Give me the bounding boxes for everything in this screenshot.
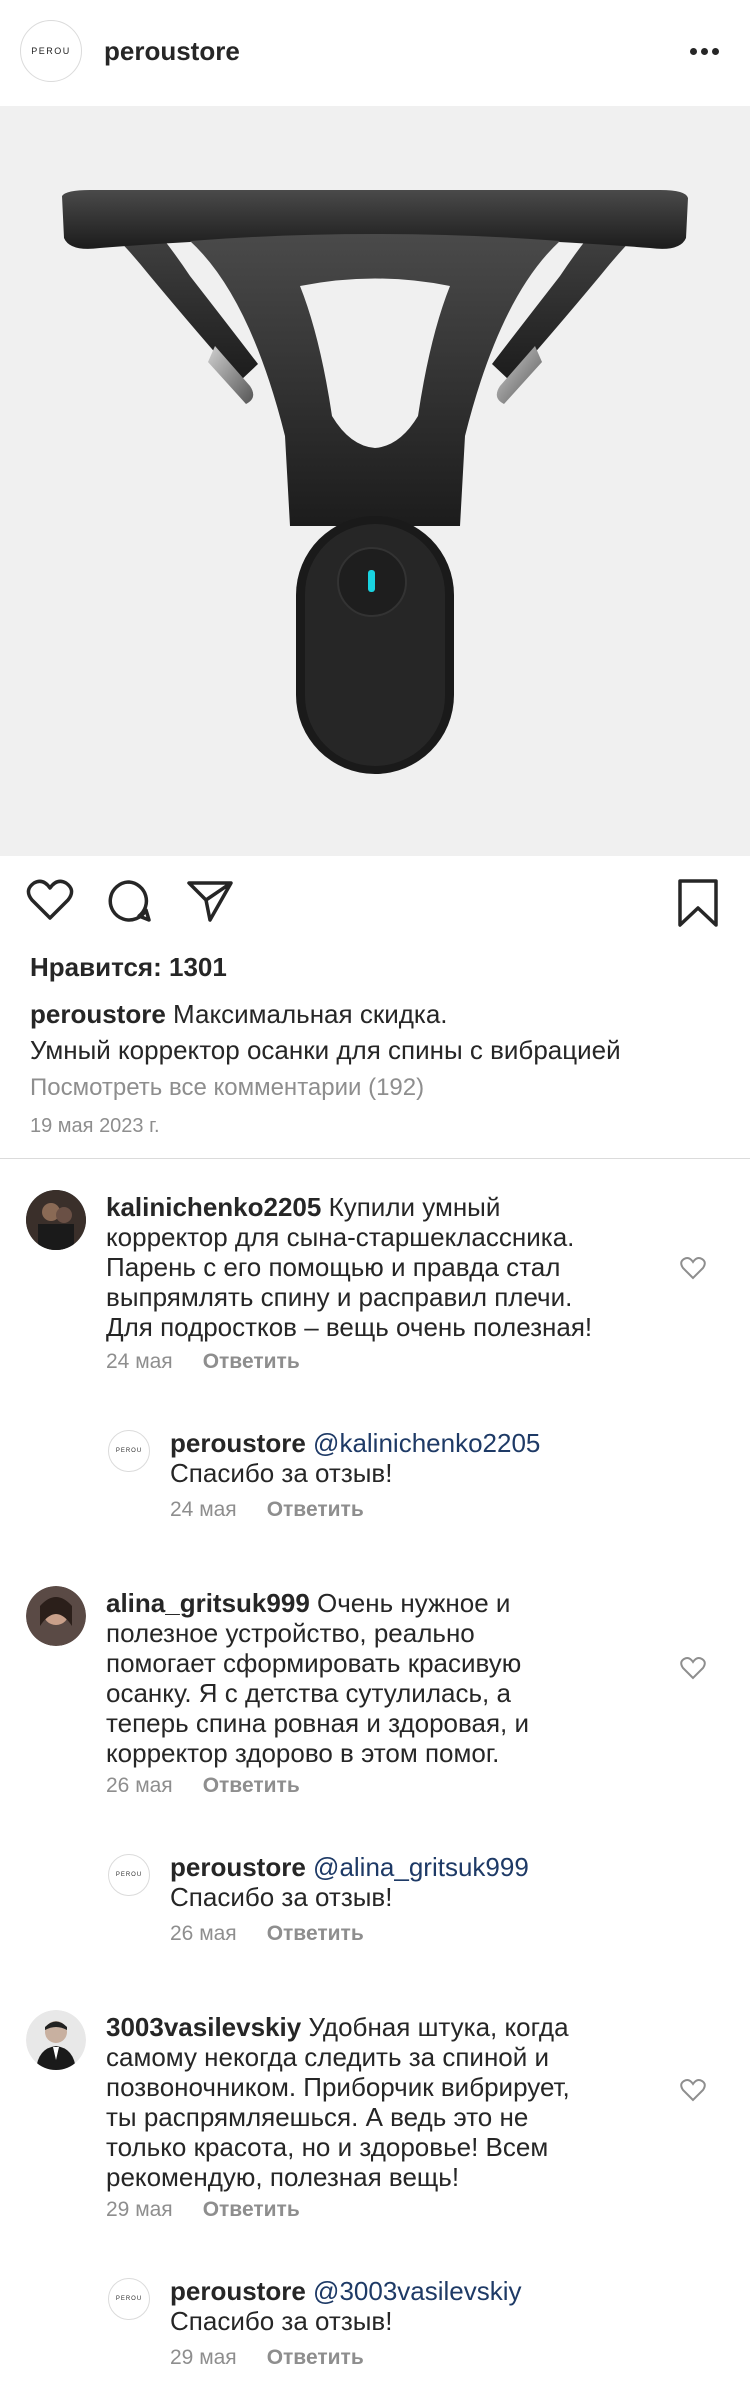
comment-icon[interactable] bbox=[106, 878, 152, 924]
comment-line: корректор для сына-старшеклассника. bbox=[106, 1222, 575, 1252]
comment-line: помогает сформировать красивую bbox=[106, 1648, 522, 1678]
avatar-photo bbox=[26, 1190, 86, 1250]
comment-line: Очень нужное и bbox=[317, 1588, 511, 1618]
comment-line: осанку. Я с детства сутулилась, а bbox=[106, 1678, 511, 1708]
comment-date: 29 мая bbox=[106, 2198, 173, 2221]
reply-avatar[interactable]: PEROU bbox=[108, 1854, 150, 1896]
reply-username[interactable]: peroustore bbox=[170, 1428, 306, 1458]
reply-text: peroustore @kalinichenko2205 Спасибо за … bbox=[170, 1428, 540, 1488]
comment-line: теперь спина ровная и здоровая, и bbox=[106, 1708, 530, 1738]
comment-line: ты распрямляешься. А ведь это не bbox=[106, 2102, 529, 2132]
header-username[interactable]: peroustore bbox=[104, 36, 240, 67]
post-image[interactable] bbox=[0, 106, 750, 856]
comment-line: Купили умный bbox=[328, 1192, 501, 1222]
action-bar bbox=[0, 856, 750, 956]
mention-link[interactable]: @alina_gritsuk999 bbox=[313, 1852, 529, 1882]
comment-line: корректор здорово в этом помог. bbox=[106, 1738, 500, 1768]
reply-line: Спасибо за отзыв! bbox=[170, 2306, 393, 2336]
reply-button[interactable]: Ответить bbox=[203, 1350, 300, 1373]
reply-avatar[interactable]: PEROU bbox=[108, 1430, 150, 1472]
more-options-icon[interactable] bbox=[690, 48, 720, 56]
comment-line: полезное устройство, реально bbox=[106, 1618, 475, 1648]
store-avatar[interactable]: PEROU bbox=[20, 20, 82, 82]
post-header: PEROU peroustore bbox=[0, 0, 750, 106]
reply-meta: 26 мая Ответить bbox=[170, 1922, 364, 1946]
caption-text-2: Умный корректор осанки для спины с вибра… bbox=[30, 1035, 621, 1065]
comment-username[interactable]: kalinichenko2205 bbox=[106, 1192, 321, 1222]
comment-text: 3003vasilevskiy Удобная штука, когда сам… bbox=[106, 2012, 570, 2192]
comment-line: позвоночником. Приборчик вибрирует, bbox=[106, 2072, 570, 2102]
reply-meta: 29 мая Ответить bbox=[170, 2346, 364, 2370]
comment-meta: 24 мая Ответить bbox=[106, 1350, 300, 1374]
indicator-light bbox=[368, 570, 375, 592]
commenter-avatar[interactable] bbox=[26, 1190, 86, 1250]
comment-line: Удобная штука, когда bbox=[308, 2012, 569, 2042]
reply-line: Спасибо за отзыв! bbox=[170, 1882, 393, 1912]
reply-meta: 24 мая Ответить bbox=[170, 1498, 364, 1522]
commenter-avatar[interactable] bbox=[26, 2010, 86, 2070]
avatar-photo bbox=[26, 2010, 86, 2070]
comment-line: выпрямлять спину и расправил плечи. bbox=[106, 1282, 573, 1312]
caption-line-1: peroustore Максимальная скидка. bbox=[30, 996, 448, 1032]
reply-text: peroustore @3003vasilevskiy Спасибо за о… bbox=[170, 2276, 522, 2336]
logo-text: PEROU bbox=[31, 46, 71, 56]
logo-text: PEROU bbox=[115, 2296, 143, 2302]
comment-date: 24 мая bbox=[106, 1350, 173, 1373]
mention-link[interactable]: @3003vasilevskiy bbox=[313, 2276, 521, 2306]
like-comment-icon[interactable] bbox=[680, 2078, 706, 2102]
reply-text: peroustore @alina_gritsuk999 Спасибо за … bbox=[170, 1852, 529, 1912]
comment-line: Парень с его помощью и правда стал bbox=[106, 1252, 561, 1282]
commenter-avatar[interactable] bbox=[26, 1586, 86, 1646]
reply-username[interactable]: peroustore bbox=[170, 1852, 306, 1882]
mention-link[interactable]: @kalinichenko2205 bbox=[313, 1428, 540, 1458]
like-comment-icon[interactable] bbox=[680, 1656, 706, 1680]
reply-date: 24 мая bbox=[170, 1498, 237, 1521]
comment-date: 26 мая bbox=[106, 1774, 173, 1797]
comment-line: рекомендую, полезная вещь! bbox=[106, 2162, 460, 2192]
reply-avatar[interactable]: PEROU bbox=[108, 2278, 150, 2320]
reply-date: 26 мая bbox=[170, 1922, 237, 1945]
posture-corrector-image bbox=[62, 190, 688, 774]
divider bbox=[0, 1158, 750, 1159]
reply-button[interactable]: Ответить bbox=[267, 1922, 364, 1945]
reply-button[interactable]: Ответить bbox=[203, 2198, 300, 2221]
like-count[interactable]: Нравится: 1301 bbox=[30, 952, 227, 983]
avatar-photo bbox=[26, 1586, 86, 1646]
view-comments-link[interactable]: Посмотреть все комментарии (192) bbox=[30, 1070, 424, 1106]
reply-button[interactable]: Ответить bbox=[267, 1498, 364, 1521]
logo-text: PEROU bbox=[115, 1872, 143, 1878]
comment-line: только красота, но и здоровье! Всем bbox=[106, 2132, 549, 2162]
comment-line: Для подростков – вещь очень полезная! bbox=[106, 1312, 593, 1342]
reply-username[interactable]: peroustore bbox=[170, 2276, 306, 2306]
caption-text-1: Максимальная скидка. bbox=[173, 999, 448, 1029]
comment-text: kalinichenko2205 Купили умный корректор … bbox=[106, 1192, 592, 1342]
bookmark-icon[interactable] bbox=[676, 878, 720, 928]
reply-date: 29 мая bbox=[170, 2346, 237, 2369]
heart-icon[interactable] bbox=[26, 878, 74, 922]
caption-username[interactable]: peroustore bbox=[30, 999, 166, 1029]
post-date: 19 мая 2023 г. bbox=[30, 1115, 160, 1137]
comment-username[interactable]: alina_gritsuk999 bbox=[106, 1588, 310, 1618]
share-icon[interactable] bbox=[186, 878, 234, 924]
like-comment-icon[interactable] bbox=[680, 1256, 706, 1280]
logo-text: PEROU bbox=[115, 1448, 143, 1454]
comment-meta: 26 мая Ответить bbox=[106, 1774, 300, 1798]
comment-line: самому некогда следить за спиной и bbox=[106, 2042, 550, 2072]
comment-meta: 29 мая Ответить bbox=[106, 2198, 300, 2222]
comment-text: alina_gritsuk999 Очень нужное и полезное… bbox=[106, 1588, 529, 1768]
reply-button[interactable]: Ответить bbox=[267, 2346, 364, 2369]
comment-username[interactable]: 3003vasilevskiy bbox=[106, 2012, 301, 2042]
reply-line: Спасибо за отзыв! bbox=[170, 1458, 393, 1488]
reply-button[interactable]: Ответить bbox=[203, 1774, 300, 1797]
